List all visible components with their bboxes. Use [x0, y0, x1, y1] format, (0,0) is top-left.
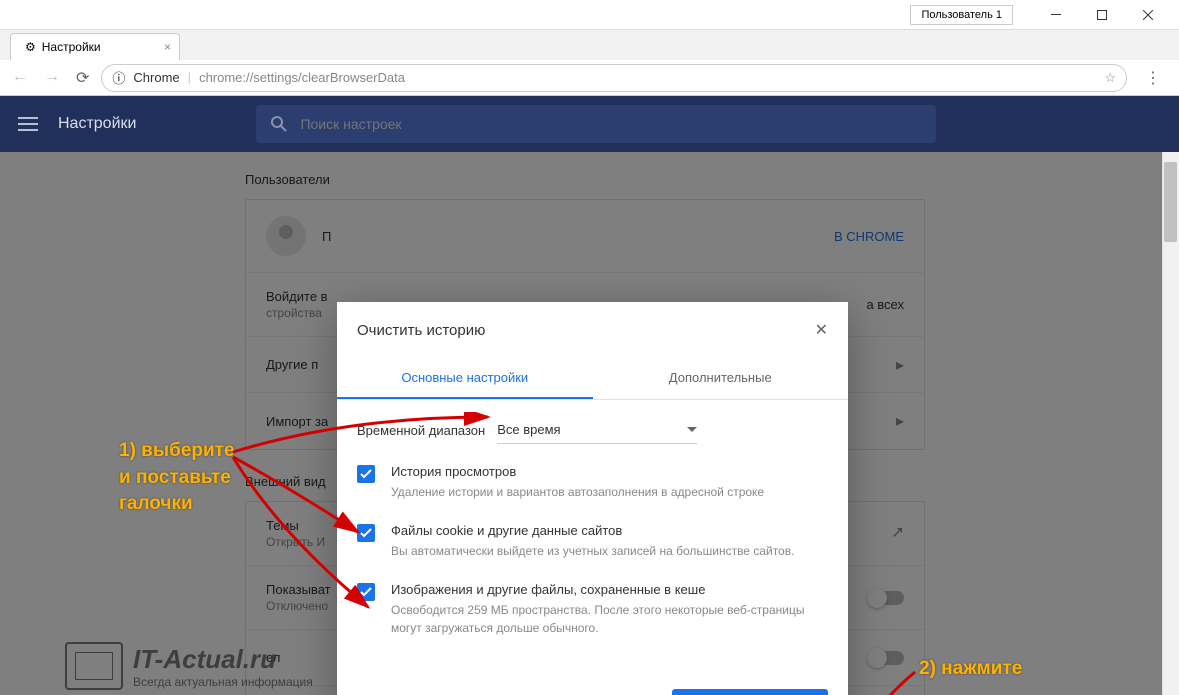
annotation-step2: 2) нажмите — [919, 658, 1022, 680]
reload-button[interactable]: ⟳ — [76, 68, 89, 88]
checkbox-checked[interactable] — [357, 583, 375, 601]
forward-button[interactable]: → — [44, 68, 60, 88]
clear-browsing-data-dialog: Очистить историю ✕ Основные настройки До… — [337, 302, 848, 695]
search-input[interactable] — [300, 116, 922, 132]
option-history[interactable]: История просмотров Удаление истории и ва… — [357, 464, 828, 501]
maximize-button[interactable] — [1079, 0, 1125, 30]
search-icon — [270, 115, 288, 133]
user-profile-button[interactable]: Пользователь 1 — [910, 5, 1013, 25]
back-button[interactable]: ← — [12, 68, 28, 88]
watermark: IT-Actual.ru Всегда актуальная информаци… — [65, 642, 313, 690]
browser-menu-button[interactable]: ⋮ — [1139, 68, 1167, 88]
checkbox-checked[interactable] — [357, 524, 375, 542]
window-titlebar: Пользователь 1 — [0, 0, 1179, 30]
browser-tab[interactable]: ⚙ Настройки × — [10, 33, 180, 60]
settings-header: Настройки — [0, 96, 1179, 152]
settings-search[interactable] — [256, 105, 936, 143]
site-info-icon[interactable]: ⓘ — [112, 68, 125, 87]
tab-strip: ⚙ Настройки × — [0, 30, 1179, 60]
close-window-button[interactable] — [1125, 0, 1171, 30]
cancel-button[interactable]: ОТМЕНА — [579, 691, 663, 695]
dropdown-icon — [687, 427, 697, 432]
menu-icon[interactable] — [18, 117, 38, 131]
option-cache[interactable]: Изображения и другие файлы, сохраненные … — [357, 582, 828, 637]
close-tab-icon[interactable]: × — [164, 40, 171, 54]
dialog-close-button[interactable]: ✕ — [815, 320, 828, 340]
bookmark-star-icon[interactable]: ☆ — [1104, 70, 1116, 86]
url-path: chrome://settings/clearBrowserData — [199, 70, 405, 85]
tab-basic[interactable]: Основные настройки — [337, 358, 593, 399]
annotation-step1: 1) выберите и поставьте галочки — [119, 438, 235, 518]
tab-title: Настройки — [42, 40, 101, 54]
address-bar: ← → ⟳ ⓘ Chrome | chrome://settings/clear… — [0, 60, 1179, 96]
dialog-title: Очистить историю — [357, 322, 485, 339]
scrollbar-track[interactable] — [1162, 152, 1179, 695]
url-scheme: Chrome — [133, 70, 179, 85]
time-range-select[interactable]: Все время — [497, 416, 697, 444]
watermark-logo-icon — [65, 642, 123, 690]
scrollbar-thumb[interactable] — [1164, 162, 1177, 242]
option-cookies[interactable]: Файлы cookie и другие данные сайтов Вы а… — [357, 523, 828, 560]
checkbox-checked[interactable] — [357, 465, 375, 483]
tab-advanced[interactable]: Дополнительные — [593, 358, 849, 399]
gear-icon: ⚙ — [25, 40, 36, 54]
clear-data-button[interactable]: УДАЛИТЬ ДАННЫЕ — [672, 689, 828, 695]
settings-page-title: Настройки — [58, 115, 136, 133]
address-input[interactable]: ⓘ Chrome | chrome://settings/clearBrowse… — [101, 64, 1127, 92]
minimize-button[interactable] — [1033, 0, 1079, 30]
time-range-label: Временной диапазон — [357, 423, 485, 438]
